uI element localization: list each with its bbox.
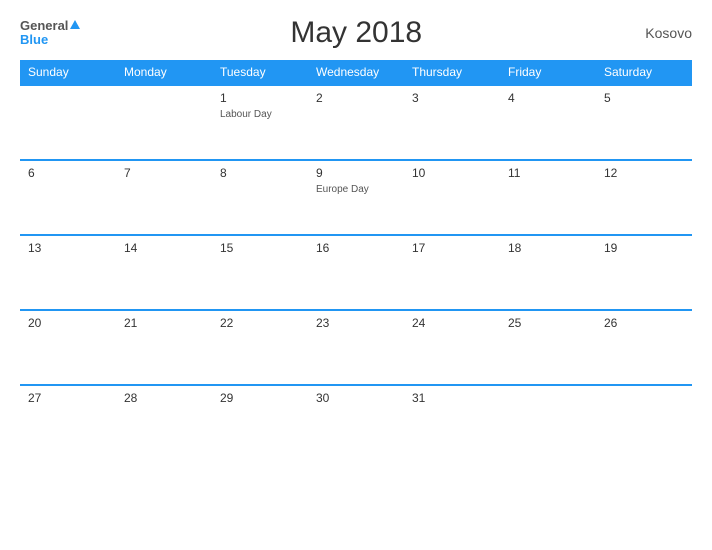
day-number: 2 xyxy=(316,91,396,105)
calendar-cell: 23 xyxy=(308,310,404,385)
calendar-cell: 15 xyxy=(212,235,308,310)
day-number: 4 xyxy=(508,91,588,105)
day-number: 18 xyxy=(508,241,588,255)
day-number: 23 xyxy=(316,316,396,330)
calendar-cell: 18 xyxy=(500,235,596,310)
calendar-week-row: 1 Labour Day 2 3 4 5 xyxy=(20,85,692,160)
day-of-week-header: Wednesday xyxy=(308,60,404,85)
calendar-cell: 21 xyxy=(116,310,212,385)
calendar-cell: 14 xyxy=(116,235,212,310)
day-number: 10 xyxy=(412,166,492,180)
day-number: 20 xyxy=(28,316,108,330)
logo: General Blue xyxy=(20,19,80,48)
day-number: 16 xyxy=(316,241,396,255)
calendar-cell xyxy=(596,385,692,460)
calendar-cell: 19 xyxy=(596,235,692,310)
day-number: 19 xyxy=(604,241,684,255)
calendar-cell xyxy=(20,85,116,160)
calendar-cell: 1 Labour Day xyxy=(212,85,308,160)
day-number: 3 xyxy=(412,91,492,105)
calendar-header: SundayMondayTuesdayWednesdayThursdayFrid… xyxy=(20,60,692,85)
day-number: 17 xyxy=(412,241,492,255)
day-number: 21 xyxy=(124,316,204,330)
calendar-cell: 20 xyxy=(20,310,116,385)
calendar-cell xyxy=(500,385,596,460)
calendar-cell: 2 xyxy=(308,85,404,160)
event-label: Labour Day xyxy=(220,108,300,121)
day-number: 15 xyxy=(220,241,300,255)
calendar-cell: 31 xyxy=(404,385,500,460)
calendar-cell xyxy=(116,85,212,160)
day-number: 8 xyxy=(220,166,300,180)
day-of-week-header: Tuesday xyxy=(212,60,308,85)
day-of-week-header: Monday xyxy=(116,60,212,85)
calendar-week-row: 13 14 15 16 17 18 19 xyxy=(20,235,692,310)
country-label: Kosovo xyxy=(632,25,692,41)
calendar-cell: 4 xyxy=(500,85,596,160)
day-of-week-header: Saturday xyxy=(596,60,692,85)
calendar-cell: 10 xyxy=(404,160,500,235)
calendar-cell: 16 xyxy=(308,235,404,310)
calendar-cell: 5 xyxy=(596,85,692,160)
day-number: 26 xyxy=(604,316,684,330)
day-number: 14 xyxy=(124,241,204,255)
day-number: 12 xyxy=(604,166,684,180)
day-number: 5 xyxy=(604,91,684,105)
day-number: 7 xyxy=(124,166,204,180)
calendar-cell: 25 xyxy=(500,310,596,385)
day-number: 22 xyxy=(220,316,300,330)
calendar-cell: 9 Europe Day xyxy=(308,160,404,235)
day-of-week-header: Sunday xyxy=(20,60,116,85)
day-number: 9 xyxy=(316,166,396,180)
calendar-cell: 29 xyxy=(212,385,308,460)
calendar-title: May 2018 xyxy=(80,16,632,50)
header: General Blue May 2018 Kosovo xyxy=(20,16,692,50)
calendar-week-row: 20 21 22 23 24 25 26 xyxy=(20,310,692,385)
event-label: Europe Day xyxy=(316,183,396,196)
day-header-row: SundayMondayTuesdayWednesdayThursdayFrid… xyxy=(20,60,692,85)
day-number: 24 xyxy=(412,316,492,330)
calendar-body: 1Labour Day23456789Europe Day10111213141… xyxy=(20,85,692,460)
calendar-cell: 3 xyxy=(404,85,500,160)
day-number: 28 xyxy=(124,391,204,405)
day-number: 29 xyxy=(220,391,300,405)
calendar-week-row: 27 28 29 30 31 xyxy=(20,385,692,460)
calendar-cell: 26 xyxy=(596,310,692,385)
calendar-week-row: 6 7 8 9 Europe Day 10 11 12 xyxy=(20,160,692,235)
calendar-cell: 22 xyxy=(212,310,308,385)
day-number: 30 xyxy=(316,391,396,405)
calendar-table: SundayMondayTuesdayWednesdayThursdayFrid… xyxy=(20,60,692,460)
day-number: 31 xyxy=(412,391,492,405)
calendar-cell: 24 xyxy=(404,310,500,385)
day-number: 11 xyxy=(508,166,588,180)
page: General Blue May 2018 Kosovo SundayMonda… xyxy=(0,0,712,550)
calendar-cell: 27 xyxy=(20,385,116,460)
calendar-cell: 30 xyxy=(308,385,404,460)
calendar-cell: 12 xyxy=(596,160,692,235)
day-number: 6 xyxy=(28,166,108,180)
day-number: 13 xyxy=(28,241,108,255)
calendar-cell: 13 xyxy=(20,235,116,310)
day-number: 27 xyxy=(28,391,108,405)
calendar-cell: 6 xyxy=(20,160,116,235)
calendar-cell: 28 xyxy=(116,385,212,460)
calendar-cell: 17 xyxy=(404,235,500,310)
day-number: 25 xyxy=(508,316,588,330)
calendar-cell: 7 xyxy=(116,160,212,235)
calendar-cell: 8 xyxy=(212,160,308,235)
day-of-week-header: Friday xyxy=(500,60,596,85)
day-number: 1 xyxy=(220,91,300,105)
day-of-week-header: Thursday xyxy=(404,60,500,85)
calendar-cell: 11 xyxy=(500,160,596,235)
